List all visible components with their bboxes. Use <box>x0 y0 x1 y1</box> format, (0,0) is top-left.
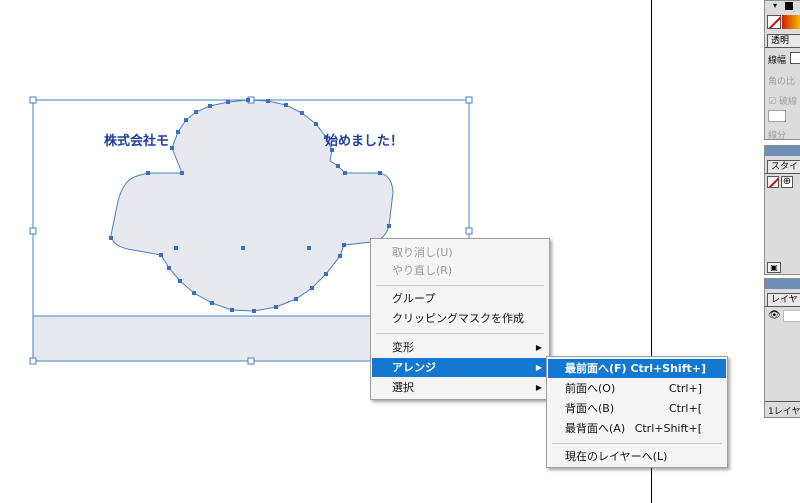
dash-input[interactable] <box>768 110 786 122</box>
menu-item-transform[interactable]: 変形 ▶ <box>372 338 548 357</box>
shortcut-label: Ctrl+Shift+[ <box>634 422 702 435</box>
submenu-item-send-to-current-layer[interactable]: 現在のレイヤーへ(L) <box>548 447 726 466</box>
black-swatch[interactable] <box>785 2 793 10</box>
menu-item-make-clipping-mask[interactable]: クリッピングマスクを作成 <box>372 309 548 328</box>
corner-label: 角の比 <box>768 77 796 87</box>
eye-icon[interactable]: 👁 <box>768 311 781 321</box>
layer-count-label: 1レイヤ <box>768 407 800 417</box>
new-style-icon[interactable]: ▣ <box>767 262 781 273</box>
layer-row[interactable] <box>783 310 800 322</box>
submenu-arrow-icon: ▶ <box>535 383 542 392</box>
stroke-width-label: 線幅 <box>768 56 787 66</box>
menu-item-label: 変形 <box>392 341 414 354</box>
arrange-submenu: 最前面へ(F) Ctrl+Shift+] 前面へ(O) Ctrl+] 背面へ(B… <box>546 356 728 468</box>
stroke-panel: ▾ 透明 線幅 角の比 ☑ 破線 線分 <box>764 0 800 141</box>
artwork-text-right: 始めました！ <box>325 134 404 149</box>
panel-title-bar[interactable] <box>765 279 800 289</box>
dashed-line-checkbox[interactable]: ☑ 破線 <box>768 94 797 107</box>
panel-divider <box>765 401 800 402</box>
menu-item-arrange[interactable]: アレンジ ▶ <box>372 358 548 377</box>
gradient-swatch-icon[interactable] <box>782 15 800 29</box>
submenu-item-label: 前面へ(O) <box>565 382 616 395</box>
submenu-item-send-backward[interactable]: 背面へ(B) Ctrl+[ <box>548 399 726 418</box>
menu-separator <box>376 333 544 334</box>
shortcut-label: Ctrl+[ <box>668 402 702 415</box>
menu-item-label: 選択 <box>392 381 414 394</box>
submenu-item-label: 最背面へ(A) <box>565 422 626 435</box>
submenu-item-bring-forward[interactable]: 前面へ(O) Ctrl+] <box>548 379 726 398</box>
menu-item-select[interactable]: 選択 ▶ <box>372 378 548 397</box>
submenu-item-bring-to-front[interactable]: 最前面へ(F) Ctrl+Shift+] <box>548 359 726 378</box>
submenu-item-label: 現在のレイヤーへ(L) <box>565 450 668 463</box>
panel-divider <box>765 47 800 48</box>
tab-transparency[interactable]: 透明 <box>767 34 800 47</box>
submenu-item-send-to-back[interactable]: 最背面へ(A) Ctrl+Shift+[ <box>548 419 726 438</box>
panel-strip: ▾ 透明 線幅 角の比 ☑ 破線 線分 スタイ ⊕ ▣ レイヤ 👁 1レイヤ <box>764 0 800 503</box>
submenu-arrow-icon: ▶ <box>535 363 542 372</box>
menu-item-undo[interactable]: 取り消し(U) <box>372 243 548 262</box>
styles-panel: スタイ ⊕ ▣ <box>764 145 800 275</box>
panel-divider <box>765 306 800 307</box>
checkbox-icon: ☑ <box>768 97 777 107</box>
panel-divider <box>765 173 800 174</box>
submenu-arrow-icon: ▶ <box>535 343 542 352</box>
submenu-item-label: 最前面へ(F) <box>565 362 627 375</box>
shortcut-label: Ctrl+] <box>668 382 702 395</box>
menu-separator <box>376 285 544 286</box>
tab-layers[interactable]: レイヤ <box>767 293 800 306</box>
menu-separator <box>552 443 722 444</box>
add-style-icon[interactable]: ⊕ <box>781 176 793 188</box>
no-style-icon[interactable] <box>767 176 779 188</box>
tab-styles[interactable]: スタイ <box>767 160 800 173</box>
shortcut-label: Ctrl+Shift+] <box>630 362 706 375</box>
stroke-width-input[interactable] <box>790 52 800 64</box>
menu-item-redo[interactable]: やり直し(R) <box>372 261 548 280</box>
layers-panel: レイヤ 👁 1レイヤ <box>764 278 800 418</box>
dash-label: 線分 <box>768 131 787 141</box>
artwork-text-left: 株式会社モ <box>104 134 170 149</box>
color-mode-icon[interactable]: ▾ <box>773 1 785 11</box>
menu-item-label: アレンジ <box>392 361 436 374</box>
menu-item-group[interactable]: グループ <box>372 289 548 308</box>
no-fill-icon[interactable] <box>767 15 781 29</box>
context-menu: 取り消し(U) やり直し(R) グループ クリッピングマスクを作成 変形 ▶ ア… <box>370 238 550 400</box>
panel-title-bar[interactable] <box>765 146 800 156</box>
dashed-line-label: 破線 <box>778 97 797 107</box>
submenu-item-label: 背面へ(B) <box>565 402 615 415</box>
